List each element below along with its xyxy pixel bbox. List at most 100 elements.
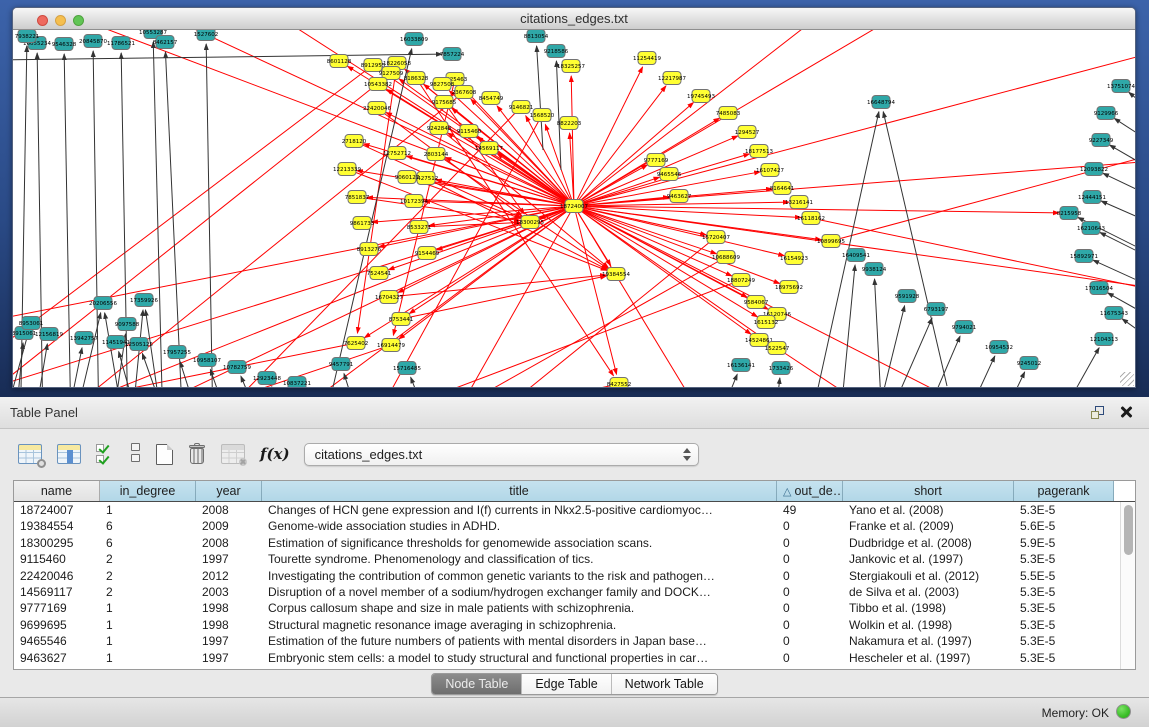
trash-icon[interactable]: [188, 443, 206, 465]
graph-node[interactable]: 12752712: [383, 147, 411, 160]
graph-node[interactable]: 9097588: [115, 318, 140, 331]
table-cell[interactable]: 5.3E-5: [1014, 551, 1114, 567]
table-cell[interactable]: Corpus callosum shape and size in male p…: [262, 600, 777, 616]
graph-node[interactable]: 8822203: [557, 117, 582, 130]
table-cell[interactable]: Embryonic stem cells: a model to study s…: [262, 650, 777, 666]
graph-node[interactable]: 9827508: [430, 78, 455, 91]
table-cell[interactable]: 22420046: [14, 568, 100, 584]
graph-node[interactable]: 8953061: [19, 317, 44, 330]
table-cell[interactable]: 2012: [196, 568, 262, 584]
graph-node[interactable]: 11675343: [1100, 307, 1128, 320]
graph-node[interactable]: 8454749: [479, 92, 504, 105]
tab-node-table[interactable]: Node Table: [432, 674, 522, 694]
graph-node[interactable]: 1568520: [530, 109, 555, 122]
graph-node[interactable]: 17016504: [1085, 282, 1113, 295]
graph-node[interactable]: 8601128: [327, 55, 352, 68]
table-cell[interactable]: Nakamura et al. (1997): [843, 633, 1014, 649]
table-row[interactable]: 969969511998Structural magnetic resonanc…: [14, 617, 1135, 633]
graph-node[interactable]: 19745493: [687, 90, 715, 103]
graph-node[interactable]: 1522547: [765, 342, 790, 355]
graph-node[interactable]: 7485083: [716, 107, 741, 120]
graph-node[interactable]: 15716485: [393, 362, 421, 375]
column-header-title[interactable]: title: [262, 481, 777, 501]
graph-node[interactable]: 17957255: [163, 346, 191, 359]
table-cell[interactable]: 9699695: [14, 617, 100, 633]
graph-node[interactable]: 20206556: [89, 297, 117, 310]
graph-node[interactable]: 10958107: [193, 354, 221, 367]
table-cell[interactable]: 49: [777, 502, 843, 518]
table-cell[interactable]: 2008: [196, 535, 262, 551]
table-cell[interactable]: Disruption of a novel member of a sodium…: [262, 584, 777, 600]
table-cell[interactable]: 1: [100, 600, 196, 616]
graph-node[interactable]: 16648794: [867, 96, 895, 109]
new-document-icon[interactable]: [156, 444, 173, 465]
table-cell[interactable]: 0: [777, 551, 843, 567]
graph-node[interactable]: 16033809: [400, 33, 428, 46]
table-cell[interactable]: 1: [100, 617, 196, 633]
graph-node[interactable]: 9465546: [657, 168, 682, 181]
table-row[interactable]: 1938455462009Genome-wide association stu…: [14, 518, 1135, 534]
table-cell[interactable]: 6: [100, 518, 196, 534]
table-cell[interactable]: 5.6E-5: [1014, 518, 1114, 534]
graph-node[interactable]: 10954532: [985, 341, 1013, 354]
table-cell[interactable]: 0: [777, 518, 843, 534]
resize-grip-icon[interactable]: [1120, 372, 1134, 386]
table-row[interactable]: 946362711997Embryonic stem cells: a mode…: [14, 650, 1135, 666]
graph-node[interactable]: 12217987: [658, 72, 686, 85]
table-row[interactable]: 946554611997Estimation of the future num…: [14, 633, 1135, 649]
graph-node[interactable]: 9245012: [1017, 357, 1042, 370]
graph-node[interactable]: 9218586: [544, 45, 569, 58]
table-cell[interactable]: 9115460: [14, 551, 100, 567]
table-cell[interactable]: 5.3E-5: [1014, 600, 1114, 616]
graph-node[interactable]: 16210643: [1077, 222, 1105, 235]
table-cell[interactable]: 9465546: [14, 633, 100, 649]
graph-node[interactable]: 7938221: [15, 30, 40, 43]
graph-node[interactable]: 12104313: [1090, 333, 1118, 346]
graph-node[interactable]: 1527602: [194, 30, 219, 41]
table-cell[interactable]: 1: [100, 633, 196, 649]
table-cell[interactable]: 5.3E-5: [1014, 633, 1114, 649]
table-cell[interactable]: 1998: [196, 600, 262, 616]
graph-node[interactable]: 16154923: [780, 252, 808, 265]
table-cell[interactable]: 5.3E-5: [1014, 502, 1114, 518]
table-cell[interactable]: 1998: [196, 617, 262, 633]
column-header-year[interactable]: year: [196, 481, 262, 501]
table-row[interactable]: 911546021997Tourette syndrome. Phenomeno…: [14, 551, 1135, 567]
graph-node[interactable]: 7857224: [440, 48, 465, 61]
graph-node[interactable]: 10688609: [712, 251, 740, 264]
graph-node[interactable]: 7851837: [345, 191, 370, 204]
graph-node[interactable]: 9227349: [1089, 134, 1114, 147]
table-cell[interactable]: Estimation of the future numbers of pati…: [262, 633, 777, 649]
table-cell[interactable]: 2008: [196, 502, 262, 518]
table-cell[interactable]: 2: [100, 551, 196, 567]
column-header-pagerank[interactable]: pagerank: [1014, 481, 1114, 501]
table-row[interactable]: 2242004622012Investigating the contribut…: [14, 568, 1135, 584]
graph-node[interactable]: 9457791: [329, 358, 354, 371]
column-visibility-icon[interactable]: [57, 444, 81, 464]
graph-node[interactable]: 9546328: [52, 38, 77, 51]
table-cell[interactable]: 14569117: [14, 584, 100, 600]
graph-node[interactable]: 9938124: [862, 263, 887, 276]
graph-node[interactable]: 6793197: [924, 303, 949, 316]
graph-node[interactable]: 17359926: [130, 294, 158, 307]
table-cell[interactable]: 0: [777, 633, 843, 649]
table-cell[interactable]: 0: [777, 584, 843, 600]
table-cell[interactable]: Stergiakouli et al. (2012): [843, 568, 1014, 584]
table-cell[interactable]: de Silva et al. (2003): [843, 584, 1014, 600]
table-cell[interactable]: 18724007: [14, 502, 100, 518]
graph-node[interactable]: 11254419: [633, 52, 661, 65]
graph-node[interactable]: 20845870: [79, 35, 107, 48]
table-row[interactable]: 1872400712008Changes of HCN gene express…: [14, 502, 1135, 518]
table-cell[interactable]: 0: [777, 617, 843, 633]
table-cell[interactable]: 1997: [196, 650, 262, 666]
table-options-icon[interactable]: [18, 444, 42, 464]
graph-node[interactable]: 8164641: [770, 182, 795, 195]
graph-node[interactable]: 7524541: [367, 267, 392, 280]
table-row[interactable]: 1830029562008Estimation of significance …: [14, 535, 1135, 551]
graph-node[interactable]: 9060127: [395, 171, 420, 184]
close-panel-icon[interactable]: [1119, 405, 1133, 419]
table-cell[interactable]: 5.3E-5: [1014, 584, 1114, 600]
graph-node[interactable]: 12213339: [333, 163, 361, 176]
table-cell[interactable]: 9463627: [14, 650, 100, 666]
row-height-icon[interactable]: [131, 443, 141, 465]
